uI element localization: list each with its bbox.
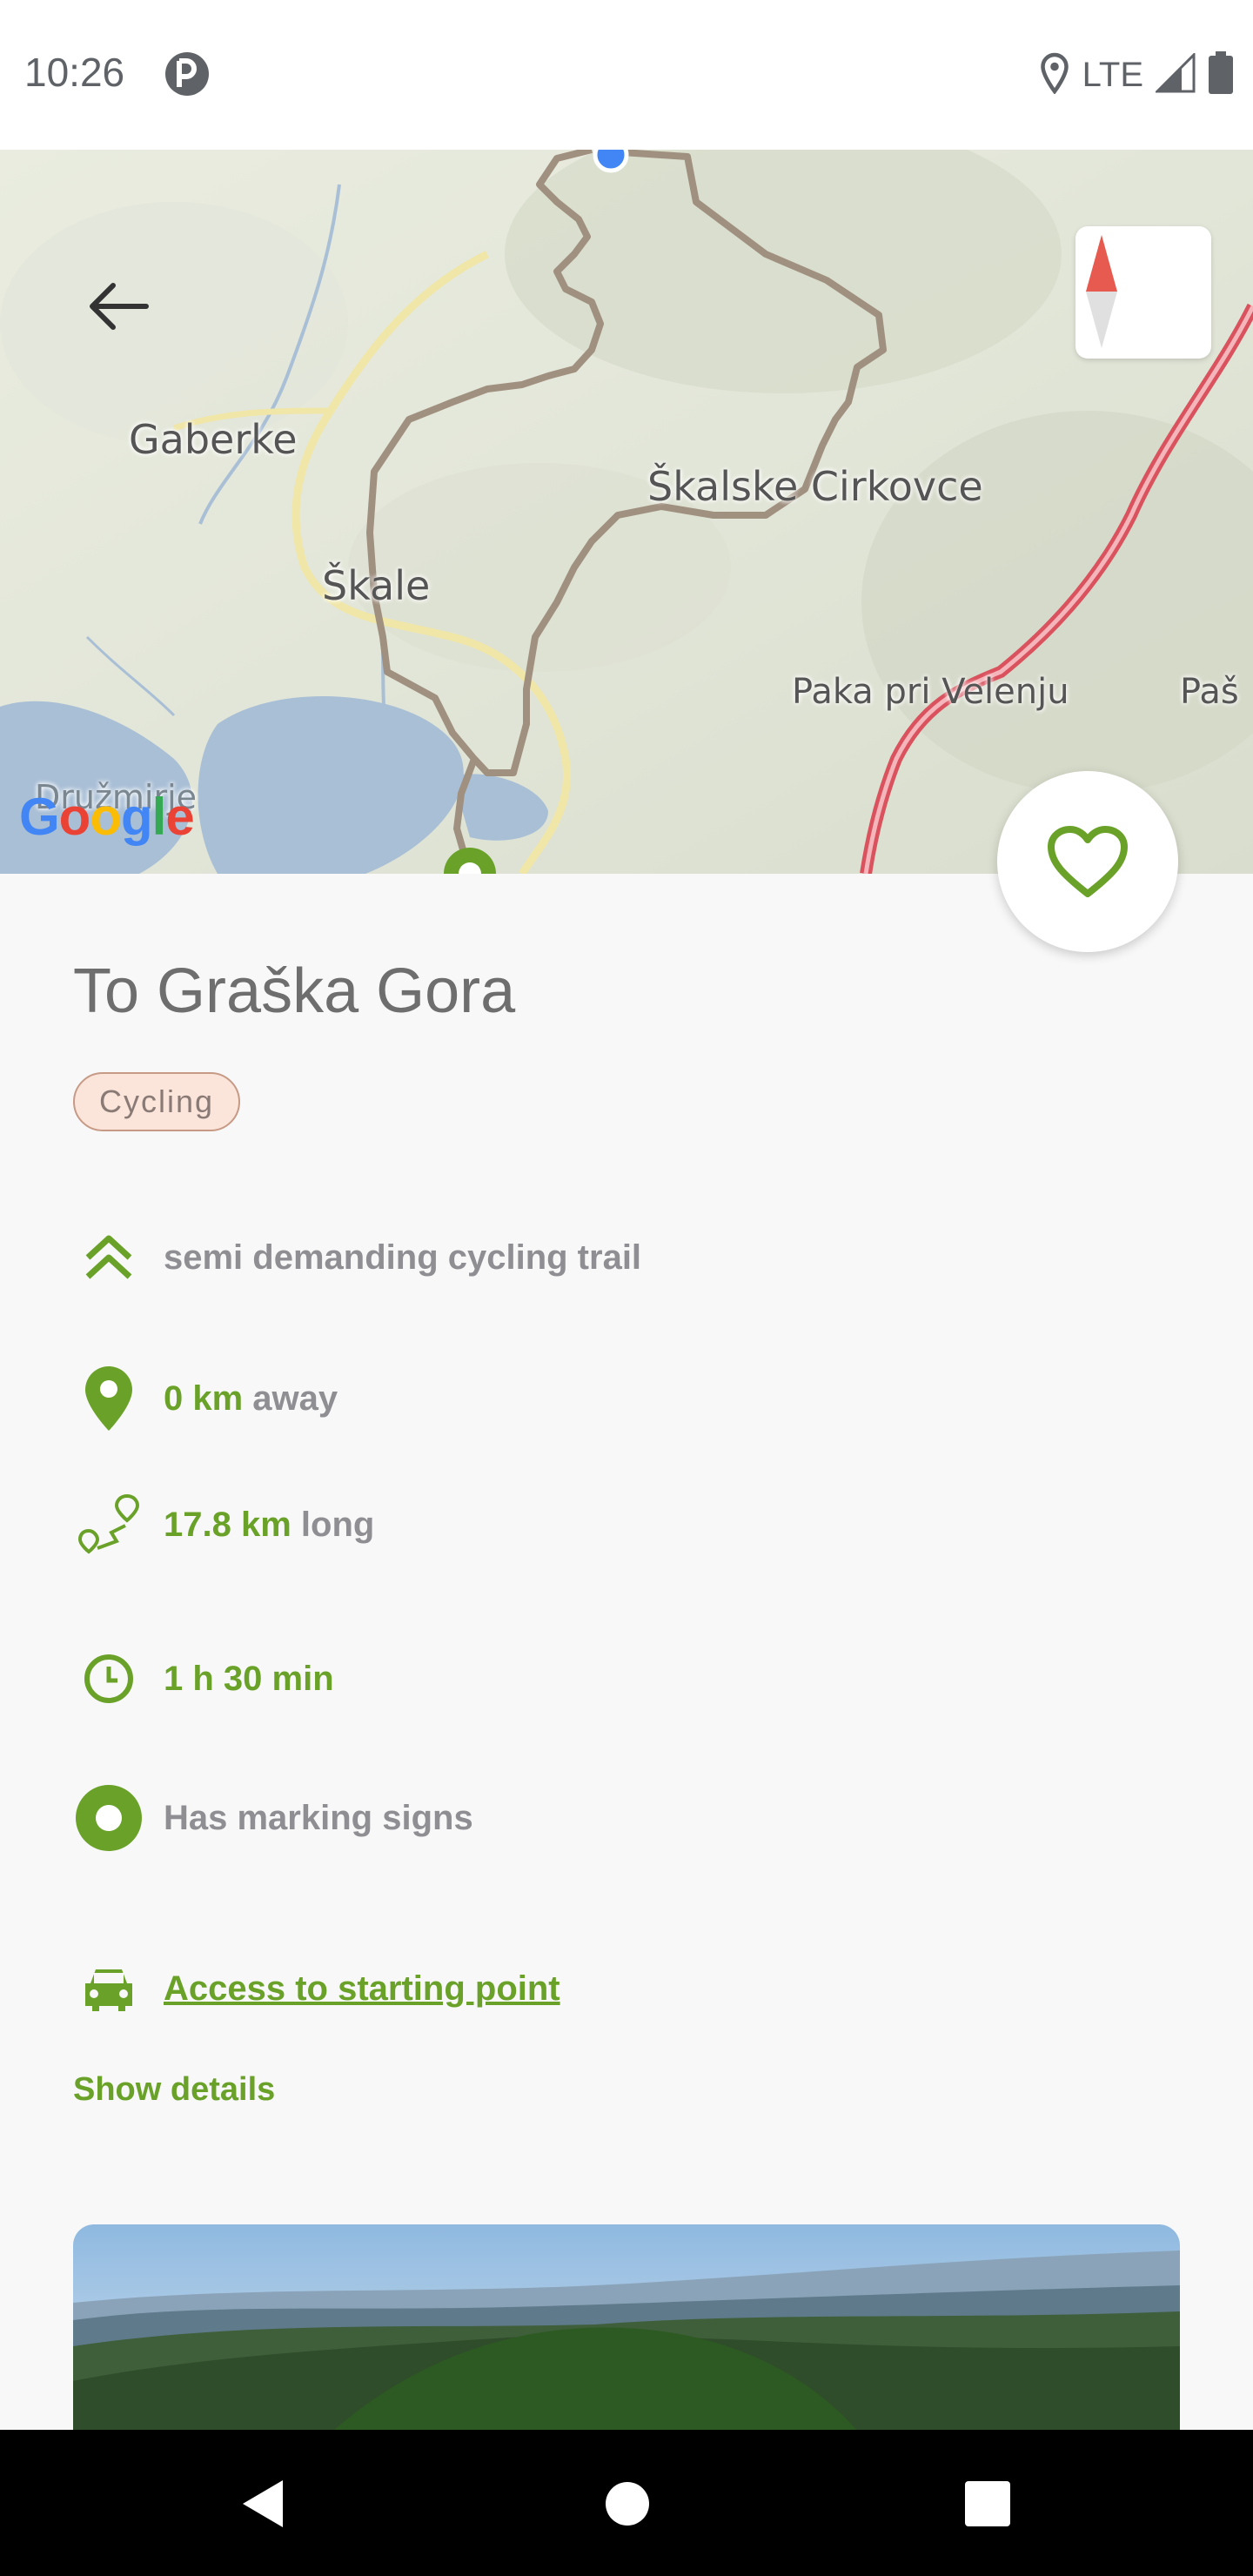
distance-away-value: 0 km [164, 1379, 244, 1418]
map-label-skale: Škale [322, 562, 431, 609]
network-type: LTE [1082, 55, 1143, 94]
google-letter: e [165, 788, 194, 846]
access-row[interactable]: Access to starting point [73, 1953, 1117, 2024]
nav-home-button[interactable] [588, 2465, 667, 2543]
signal-icon [1154, 50, 1196, 97]
duration-row: 1 h 30 min [73, 1643, 1117, 1714]
nav-recents-icon [965, 2481, 1010, 2526]
length-suffix: long [300, 1505, 375, 1544]
google-letter: g [120, 788, 153, 846]
map-label-skalske-cirkovce: Škalske Cirkovce [647, 463, 983, 510]
landscape-photo-image [73, 2224, 1180, 2430]
trail-photo[interactable] [73, 2224, 1180, 2430]
status-bar: 10:26 LTE [0, 0, 1253, 150]
length-row: 17.8 km long [73, 1489, 1117, 1560]
back-button[interactable] [87, 280, 165, 359]
double-chevron-up-icon [73, 1222, 144, 1293]
length-value: 17.8 km [164, 1505, 291, 1544]
location-pin-icon [73, 1363, 144, 1434]
difficulty-text: semi demanding cycling trail [164, 1238, 642, 1277]
nav-back-icon [243, 2480, 283, 2527]
category-tag: Cycling [73, 1072, 241, 1131]
status-icons: LTE [1039, 49, 1234, 101]
google-letter: G [19, 788, 60, 846]
access-starting-point-link[interactable]: Access to starting point [164, 1969, 560, 2009]
heart-icon [1048, 826, 1128, 897]
google-letter: o [58, 788, 91, 846]
favorite-button[interactable] [997, 771, 1178, 952]
app-notification-icon [164, 50, 211, 97]
difficulty-row: semi demanding cycling trail [73, 1222, 1117, 1293]
nav-recents-button[interactable] [948, 2465, 1027, 2543]
map-label-paka-pri-velenju: Paka pri Velenju [792, 672, 1069, 712]
map-canvas [0, 150, 1253, 874]
battery-icon [1208, 50, 1234, 99]
car-icon [73, 1953, 144, 2024]
marking-text: Has marking signs [164, 1798, 473, 1837]
duration-text: 1 h 30 min [164, 1659, 334, 1698]
google-logo: Google [19, 787, 195, 847]
route-icon [73, 1489, 144, 1560]
compass-icon [1086, 235, 1117, 348]
marking-sign-icon [73, 1782, 144, 1854]
google-letter: o [90, 788, 122, 846]
show-details-button[interactable]: Show details [73, 2071, 275, 2109]
arrow-back-icon [90, 283, 149, 330]
status-time: 10:26 [24, 50, 125, 95]
distance-away-suffix: away [252, 1379, 338, 1418]
map-label-gaberke: Gaberke [129, 416, 298, 463]
trail-title: To Graška Gora [73, 956, 516, 1026]
location-icon [1039, 52, 1070, 98]
navigation-bar [0, 2430, 1253, 2576]
map-label-pas: Paš [1180, 672, 1239, 712]
clock-icon [73, 1643, 144, 1714]
compass-button[interactable] [1075, 226, 1211, 359]
route-map[interactable]: Gaberke Škale Škalske Cirkovce Paka pri … [0, 150, 1253, 874]
marking-row: Has marking signs [73, 1782, 1117, 1854]
nav-home-icon [606, 2482, 649, 2526]
distance-away-row: 0 km away [73, 1363, 1117, 1434]
google-letter: l [151, 788, 167, 846]
nav-back-button[interactable] [223, 2465, 301, 2543]
